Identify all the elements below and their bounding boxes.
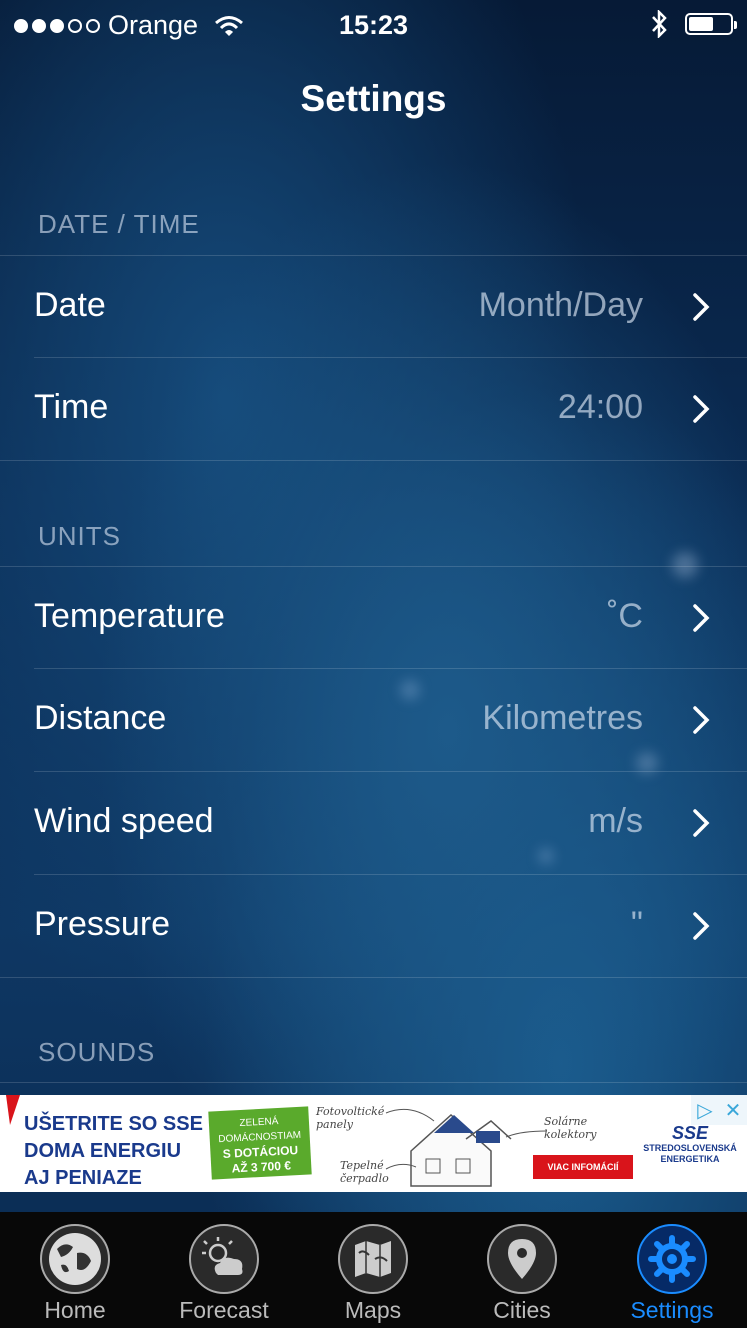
row-value: Month/Day xyxy=(478,286,643,324)
chevron-right-icon xyxy=(693,912,710,940)
row-label: Date xyxy=(34,286,106,324)
row-label: Distance xyxy=(34,699,167,737)
row-label: Time xyxy=(34,388,109,426)
row-value: 24:00 xyxy=(557,388,643,426)
section-header-sounds: SOUNDS xyxy=(38,1037,156,1067)
chevron-right-icon xyxy=(693,293,710,321)
tab-home[interactable]: Home xyxy=(0,1212,150,1328)
row-value: Kilometres xyxy=(482,699,643,737)
tab-label: Forecast xyxy=(179,1297,269,1323)
row-label: Pressure xyxy=(34,905,171,943)
ad-headline-line: AJ PENIAZE xyxy=(24,1167,142,1189)
tab-maps[interactable]: Maps xyxy=(298,1212,448,1328)
settings-row-time[interactable]: Time 24:00 xyxy=(0,358,747,460)
tab-cities[interactable]: Cities xyxy=(447,1212,597,1328)
ad-logo-line: STREDOSLOVENSKÁ xyxy=(643,1143,737,1153)
section-header-units: UNITS xyxy=(38,521,121,551)
ad-sketch-label: Fotovoltické panely xyxy=(316,1105,385,1131)
ad-close-icon[interactable]: ✕ xyxy=(719,1095,747,1125)
ad-sketch-label: Solárne kolektory xyxy=(544,1115,597,1141)
battery-icon xyxy=(685,13,737,35)
settings-row-date[interactable]: Date Month/Day xyxy=(0,256,747,358)
status-bar: Orange 15:23 xyxy=(0,0,747,52)
bluetooth-icon xyxy=(652,10,667,38)
ad-logo-line: ENERGETIKA xyxy=(660,1154,720,1164)
row-value: ˚C xyxy=(607,597,643,635)
row-label: Temperature xyxy=(34,597,225,635)
tab-label: Home xyxy=(44,1297,106,1323)
settings-row-wind-speed[interactable]: Wind speed m/s xyxy=(0,772,747,874)
sun-cloud-icon xyxy=(189,1224,259,1294)
section-header-date-time: DATE / TIME xyxy=(38,209,200,239)
ad-banner[interactable]: UŠETRITE SO SSE DOMA ENERGIU AJ PENIAZE … xyxy=(0,1095,747,1192)
chevron-right-icon xyxy=(693,395,710,423)
tab-label: Settings xyxy=(630,1297,714,1323)
settings-row-temperature[interactable]: Temperature ˚C xyxy=(0,567,747,669)
tab-forecast[interactable]: Forecast xyxy=(149,1212,299,1328)
battery-level xyxy=(689,17,714,31)
ad-headline-line: DOMA ENERGIU xyxy=(24,1140,182,1162)
status-bar-right xyxy=(651,10,737,38)
ad-more-info-button[interactable]: VIAC INFOMÁCIÍ xyxy=(533,1155,633,1179)
tab-bar: Home Forecast Maps Cities Settings xyxy=(0,1212,747,1328)
map-icon xyxy=(338,1224,408,1294)
row-value: " xyxy=(630,905,643,943)
ad-headline-line: UŠETRITE SO SSE xyxy=(24,1113,203,1135)
chevron-right-icon xyxy=(693,809,710,837)
page-title: Settings xyxy=(300,78,447,119)
ad-controls: ▷ ✕ xyxy=(691,1095,747,1125)
row-value: m/s xyxy=(588,802,643,840)
ad-promo-badge: ZELENÁ DOMÁCNOSTIAM S DOTÁCIOU AŽ 3 700 … xyxy=(208,1106,312,1180)
globe-icon xyxy=(40,1224,110,1294)
location-pin-icon xyxy=(487,1224,557,1294)
ad-sketch-label: Tepelné čerpadlo xyxy=(340,1159,389,1185)
chevron-right-icon xyxy=(693,706,710,734)
ad-advertiser-logo: SSE STREDOSLOVENSKÁ ENERGETIKA xyxy=(640,1123,740,1165)
tab-settings[interactable]: Settings xyxy=(597,1212,747,1328)
ad-choices-icon[interactable]: ▷ xyxy=(691,1095,719,1125)
tab-label: Maps xyxy=(344,1297,402,1323)
divider xyxy=(0,1082,747,1083)
settings-row-pressure[interactable]: Pressure " xyxy=(0,875,747,977)
row-label: Wind speed xyxy=(34,802,214,840)
divider xyxy=(0,460,747,461)
ad-headline: UŠETRITE SO SSE DOMA ENERGIU AJ PENIAZE xyxy=(24,1111,203,1192)
settings-row-distance[interactable]: Distance Kilometres xyxy=(0,669,747,771)
ad-logo-mark: SSE xyxy=(671,1123,709,1143)
chevron-right-icon xyxy=(693,604,710,632)
gear-icon xyxy=(637,1224,707,1294)
divider xyxy=(0,977,747,978)
status-time: 15:23 xyxy=(338,10,409,40)
tab-label: Cities xyxy=(493,1297,551,1323)
